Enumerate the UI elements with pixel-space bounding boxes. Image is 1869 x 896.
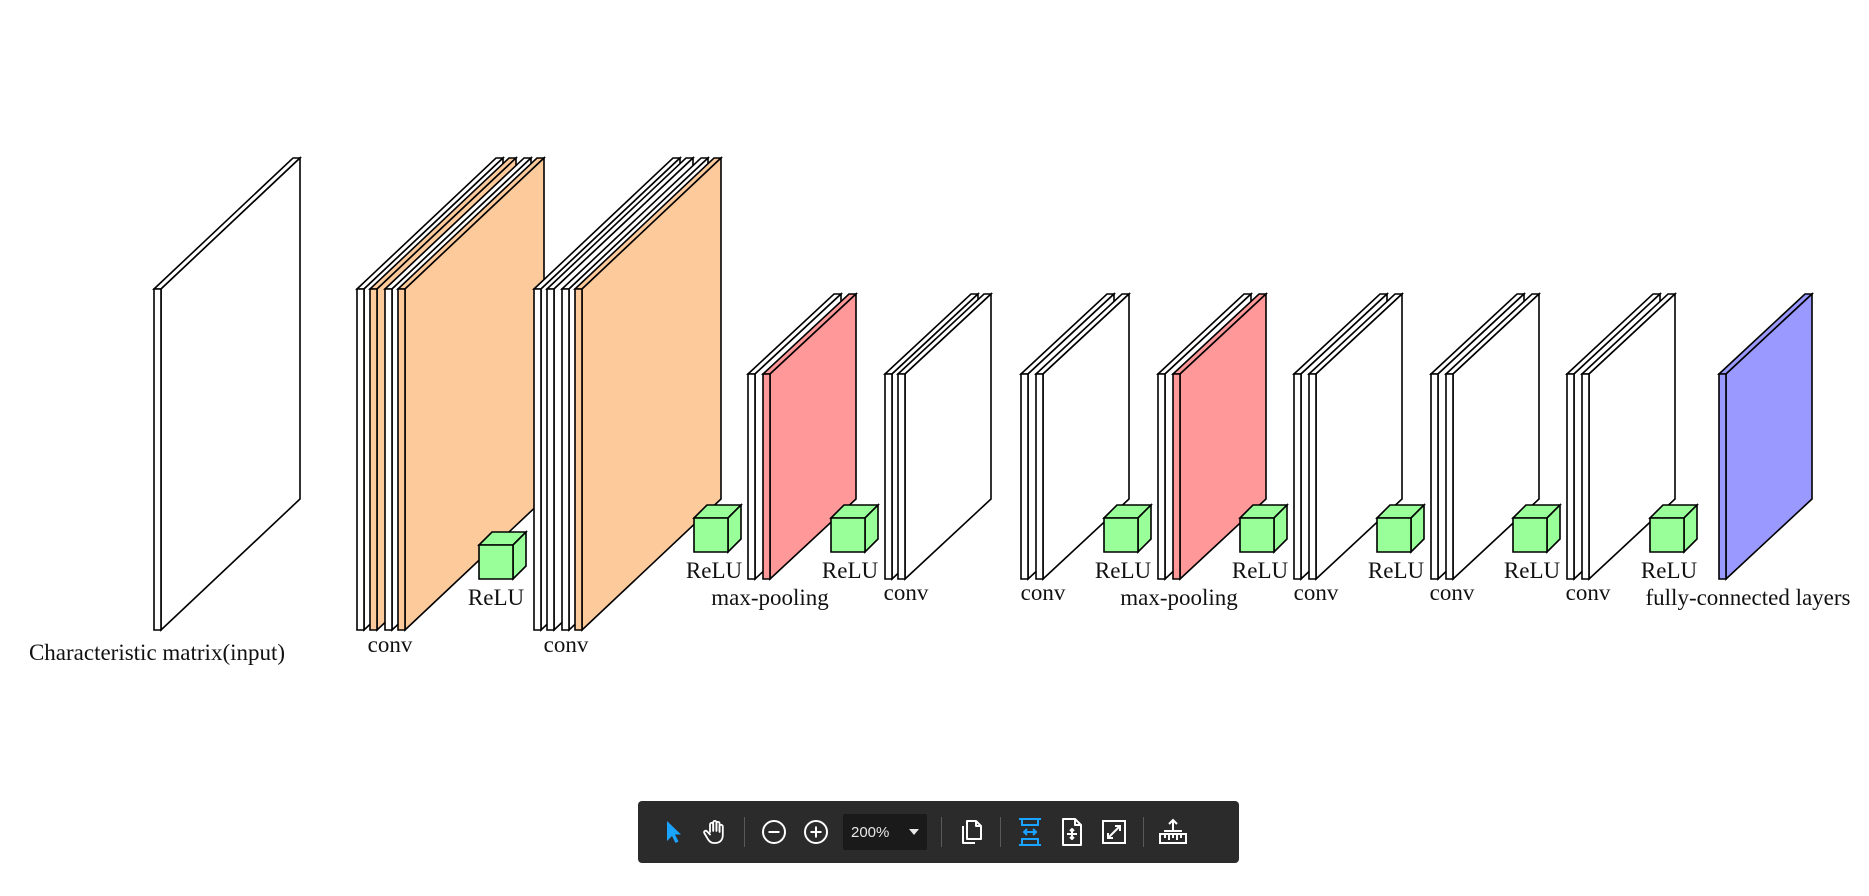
zoom-in-button[interactable] <box>796 810 836 854</box>
fit-width-icon <box>1019 818 1041 846</box>
input-matrix-slab <box>151 156 303 632</box>
label-relu7: ReLU <box>1504 558 1561 583</box>
zoom-level-value: 200% <box>851 823 890 841</box>
toolbar-separator <box>744 817 745 847</box>
hand-tool-button[interactable] <box>695 810 735 854</box>
fullscreen-button[interactable] <box>1094 810 1134 854</box>
zoom-out-icon <box>762 820 786 844</box>
label-relu3: ReLU <box>822 558 879 583</box>
label-relu8: ReLU <box>1641 558 1698 583</box>
label-relu1: ReLU <box>468 585 525 610</box>
chevron-down-icon <box>909 829 919 835</box>
fit-page-button[interactable] <box>1052 810 1092 854</box>
page-view-button[interactable] <box>951 810 991 854</box>
label-conv5: conv <box>1294 580 1339 605</box>
conv3-slab <box>895 292 994 581</box>
select-cursor-icon <box>667 821 681 843</box>
label-conv6: conv <box>1430 580 1475 605</box>
relu6-cube <box>1375 503 1426 554</box>
label-conv3: conv <box>884 580 929 605</box>
label-relu4: ReLU <box>1095 558 1152 583</box>
hand-pan-icon <box>703 820 724 844</box>
relu1-cube <box>477 530 528 581</box>
fit-page-icon <box>1062 818 1082 846</box>
label-conv2: conv <box>544 632 589 657</box>
select-tool-button[interactable] <box>653 810 693 854</box>
label-maxpool2: max-pooling <box>1120 585 1238 610</box>
measure-button[interactable] <box>1153 810 1193 854</box>
zoom-out-button[interactable] <box>754 810 794 854</box>
label-fc: fully-connected layers <box>1646 585 1851 610</box>
viewer-toolbar: 200% <box>638 801 1239 863</box>
label-conv7: conv <box>1566 580 1611 605</box>
page-view-icon <box>962 820 982 844</box>
measure-ruler-icon <box>1159 818 1187 844</box>
zoom-in-icon <box>804 820 828 844</box>
relu2-cube <box>692 503 743 554</box>
label-relu6: ReLU <box>1368 558 1425 583</box>
cnn-architecture-diagram: Characteristic matrix(input) conv ReLU c… <box>29 156 1851 665</box>
label-relu5: ReLU <box>1232 558 1289 583</box>
layer-blocks <box>151 156 1815 632</box>
fc-slab <box>1716 292 1815 581</box>
relu7-cube <box>1511 503 1562 554</box>
toolbar-separator <box>1143 817 1144 847</box>
label-input: Characteristic matrix(input) <box>29 640 285 665</box>
label-maxpool1: max-pooling <box>711 585 829 610</box>
fullscreen-icon <box>1102 820 1126 844</box>
relu3-cube <box>829 503 880 554</box>
label-conv1: conv <box>368 632 413 657</box>
relu8-cube <box>1648 503 1699 554</box>
toolbar-separator <box>941 817 942 847</box>
label-conv4: conv <box>1021 580 1066 605</box>
zoom-level-dropdown[interactable]: 200% <box>843 814 927 850</box>
relu4-cube <box>1102 503 1153 554</box>
relu5-cube <box>1238 503 1289 554</box>
label-relu2: ReLU <box>686 558 743 583</box>
toolbar-separator <box>1000 817 1001 847</box>
fit-width-button[interactable] <box>1010 810 1050 854</box>
